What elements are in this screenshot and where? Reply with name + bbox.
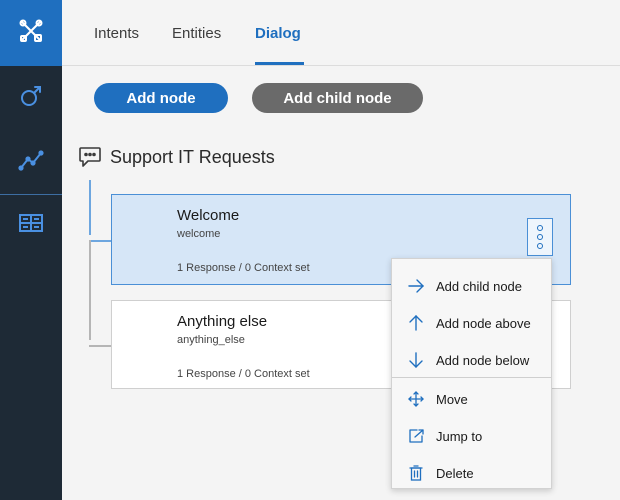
more-vertical-icon — [537, 225, 543, 231]
dialog-title: Support IT Requests — [110, 147, 275, 167]
tools-icon — [18, 18, 44, 49]
trash-icon — [406, 463, 426, 483]
menu-item-label: Jump to — [436, 428, 483, 444]
tree-connector-anything-else — [89, 345, 111, 347]
menu-item-add-node-below[interactable]: Add node below — [392, 343, 551, 377]
more-vertical-icon-dot — [537, 234, 543, 240]
menu-item-label: Add node below — [436, 352, 530, 368]
arrow-right-icon — [406, 276, 426, 296]
node-condition: anything_else — [177, 334, 245, 346]
chat-bubble-icon — [78, 146, 102, 173]
more-vertical-icon-dot — [537, 243, 543, 249]
menu-item-add-child-node[interactable]: Add child node — [392, 269, 551, 303]
add-child-node-button[interactable]: Add child node — [252, 83, 423, 113]
sidebar-item-improve[interactable] — [0, 140, 62, 184]
node-name: Welcome — [177, 207, 240, 224]
menu-item-delete[interactable]: Delete — [392, 456, 551, 490]
arrow-down-icon — [406, 350, 426, 370]
deploy-icon — [18, 83, 44, 114]
node-summary: 1 Response / 0 Context set — [177, 368, 310, 380]
menu-divider — [392, 377, 551, 378]
analytics-icon — [18, 147, 44, 178]
node-summary: 1 Response / 0 Context set — [177, 262, 310, 274]
tree-connector-main — [89, 240, 91, 340]
tab-intents[interactable]: Intents — [94, 25, 139, 42]
tree-connector-welcome-h — [89, 240, 111, 242]
menu-item-move[interactable]: Move — [392, 382, 551, 416]
tree-connector-welcome — [89, 180, 91, 235]
top-nav: Intents Entities Dialog — [62, 0, 620, 66]
workspace-grid-icon — [18, 212, 44, 239]
node-name: Anything else — [177, 313, 268, 330]
add-node-button[interactable]: Add node — [94, 83, 228, 113]
menu-item-label: Move — [436, 391, 468, 407]
node-condition: welcome — [177, 228, 221, 240]
node-context-menu: Add child node Add node above Add node b… — [391, 258, 552, 489]
active-tab-indicator — [255, 62, 304, 65]
menu-item-add-node-above[interactable]: Add node above — [392, 306, 551, 340]
sidebar-item-deploy[interactable] — [0, 78, 62, 118]
jump-to-icon — [406, 426, 426, 446]
menu-item-jump-to[interactable]: Jump to — [392, 419, 551, 453]
menu-item-label: Add node above — [436, 315, 531, 331]
move-icon — [406, 389, 426, 409]
menu-item-label: Add child node — [436, 278, 523, 294]
tab-dialog[interactable]: Dialog — [255, 25, 301, 42]
sidebar-item-build[interactable] — [0, 0, 62, 66]
sidebar-item-workspaces[interactable] — [0, 205, 62, 245]
node-options-button[interactable] — [527, 218, 553, 256]
menu-item-label: Delete — [436, 465, 474, 481]
tab-entities[interactable]: Entities — [172, 25, 221, 42]
arrow-up-icon — [406, 313, 426, 333]
sidebar-divider — [0, 194, 62, 195]
sidebar — [0, 0, 62, 500]
